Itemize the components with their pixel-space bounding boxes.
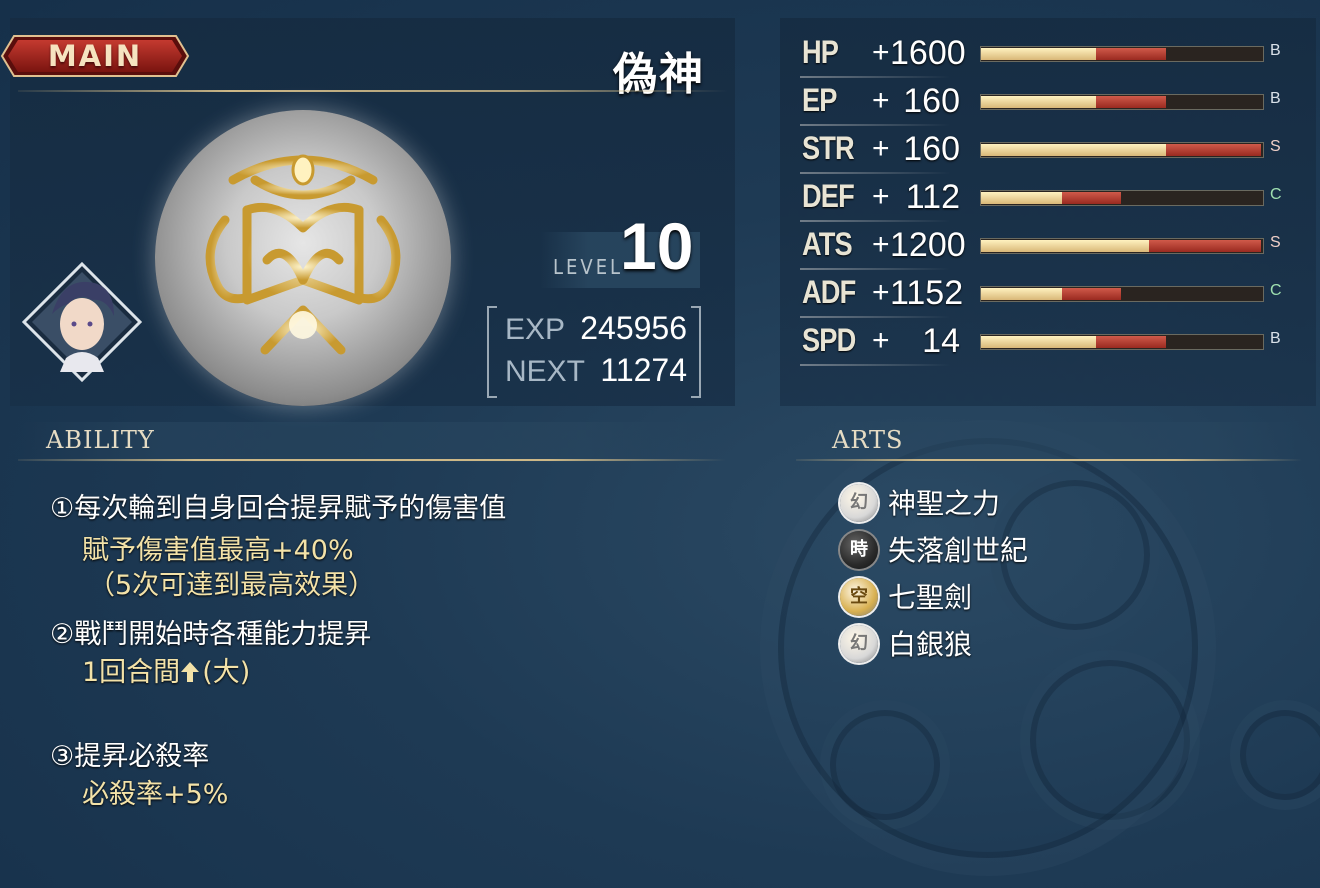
stat-name: ATS: [802, 226, 853, 262]
stat-plus: +: [872, 36, 890, 69]
quartz-orb: [155, 110, 451, 406]
art-label: 白銀狼: [888, 628, 973, 661]
stat-grade: C: [1270, 282, 1282, 299]
ability-divider: [18, 459, 726, 461]
stat-bar-gold: [981, 48, 1096, 60]
stat-bar-gold: [981, 192, 1063, 204]
stat-plus: +: [872, 84, 890, 117]
ability-line-5-text: 1回合間: [82, 657, 181, 688]
arts-divider: [796, 459, 1302, 461]
quartz-name: 偽神: [613, 49, 705, 100]
illusion-element-icon: 幻: [840, 484, 878, 522]
stat-name: SPD: [802, 322, 856, 358]
stat-bar: [980, 286, 1264, 302]
level-label: LEVEL: [553, 255, 624, 279]
stat-bar: [980, 142, 1264, 158]
exp-box: EXP 245956 NEXT 11274: [487, 306, 701, 398]
stat-plus: +: [872, 132, 890, 165]
stat-row-hp: HP +1600 B: [800, 34, 1300, 78]
stat-bar-gold: [981, 144, 1166, 156]
stat-bar: [980, 238, 1264, 254]
stat-plus: +: [872, 324, 890, 357]
stat-bar: [980, 46, 1264, 62]
arts-title: ARTS: [832, 426, 904, 454]
next-value: 11274: [600, 352, 687, 388]
illusion-element-icon: 幻: [840, 625, 878, 663]
stat-grade: B: [1270, 42, 1281, 59]
stat-underline: [800, 220, 950, 222]
main-tab[interactable]: MAIN: [0, 34, 190, 78]
stat-value: 14: [922, 322, 960, 360]
divider: [18, 90, 728, 92]
ability-title: ABILITY: [46, 426, 155, 454]
stat-value: 1600: [890, 34, 966, 72]
stat-bar: [980, 94, 1264, 110]
stat-grade: B: [1270, 330, 1281, 347]
stat-row-ep: EP +160 B: [800, 82, 1300, 126]
stat-underline: [800, 124, 950, 126]
stat-plus: +: [872, 228, 890, 261]
stat-underline: [800, 76, 950, 78]
stat-value: 1200: [890, 226, 966, 264]
art-label: 失落創世紀: [888, 534, 1029, 567]
ability-line-5: 1回合間 (大): [82, 650, 250, 689]
art-label: 七聖劍: [888, 581, 973, 614]
ability-line-1: ①每次輪到自身回合提昇賦予的傷害值: [50, 493, 507, 524]
stat-value: 112: [905, 178, 960, 216]
background-gear: [1230, 700, 1320, 810]
stat-grade: B: [1270, 90, 1281, 107]
stat-grade: S: [1270, 138, 1281, 155]
stat-bar-gold: [981, 240, 1149, 252]
stat-name: HP: [802, 34, 839, 70]
stat-grade: S: [1270, 234, 1281, 251]
stat-row-str: STR +160 S: [800, 130, 1300, 174]
ability-line-7: 必殺率+5%: [82, 779, 229, 810]
stat-value: 160: [903, 82, 960, 120]
art-label: 神聖之力: [888, 487, 1001, 520]
ability-line-3: （5次可達到最高效果）: [88, 570, 376, 601]
stat-plus: +: [872, 276, 890, 309]
stat-value: 160: [903, 130, 960, 168]
ability-line-5-suffix: (大): [202, 657, 251, 688]
stat-name: DEF: [802, 178, 855, 214]
stat-bar: [980, 334, 1264, 350]
stat-underline: [800, 364, 950, 366]
eye-book-emblem-icon: [205, 154, 401, 355]
stat-value: 1152: [890, 274, 964, 312]
exp-value: 245956: [580, 310, 687, 346]
stat-bar-gold: [981, 288, 1063, 300]
bracket-right: [691, 306, 701, 398]
stat-row-def: DEF +112 C: [800, 178, 1300, 222]
stat-row-adf: ADF +1152 C: [800, 274, 1300, 318]
character-portrait[interactable]: [21, 261, 143, 383]
level-value: 10: [620, 209, 694, 283]
stat-underline: [800, 316, 950, 318]
up-arrow-icon: [180, 659, 202, 690]
space-element-icon: 空: [840, 578, 878, 616]
stat-name: ADF: [802, 274, 856, 310]
ability-line-2: 賦予傷害值最高+40%: [82, 535, 354, 566]
stat-name: EP: [802, 82, 837, 118]
stat-underline: [800, 172, 950, 174]
time-element-icon: 時: [840, 531, 878, 569]
stat-bar-gold: [981, 96, 1096, 108]
stat-row-spd: SPD +14 B: [800, 322, 1300, 366]
ability-line-6: ③提昇必殺率: [50, 741, 210, 772]
main-tab-label: MAIN: [47, 39, 143, 73]
stat-bar: [980, 190, 1264, 206]
stat-name: STR: [802, 130, 855, 166]
bracket-left: [487, 306, 497, 398]
stat-bar-gold: [981, 336, 1096, 348]
stat-grade: C: [1270, 186, 1282, 203]
stat-row-ats: ATS +1200 S: [800, 226, 1300, 270]
stat-plus: +: [872, 180, 890, 213]
ability-line-4: ②戰鬥開始時各種能力提昇: [50, 619, 372, 650]
stat-underline: [800, 268, 950, 270]
